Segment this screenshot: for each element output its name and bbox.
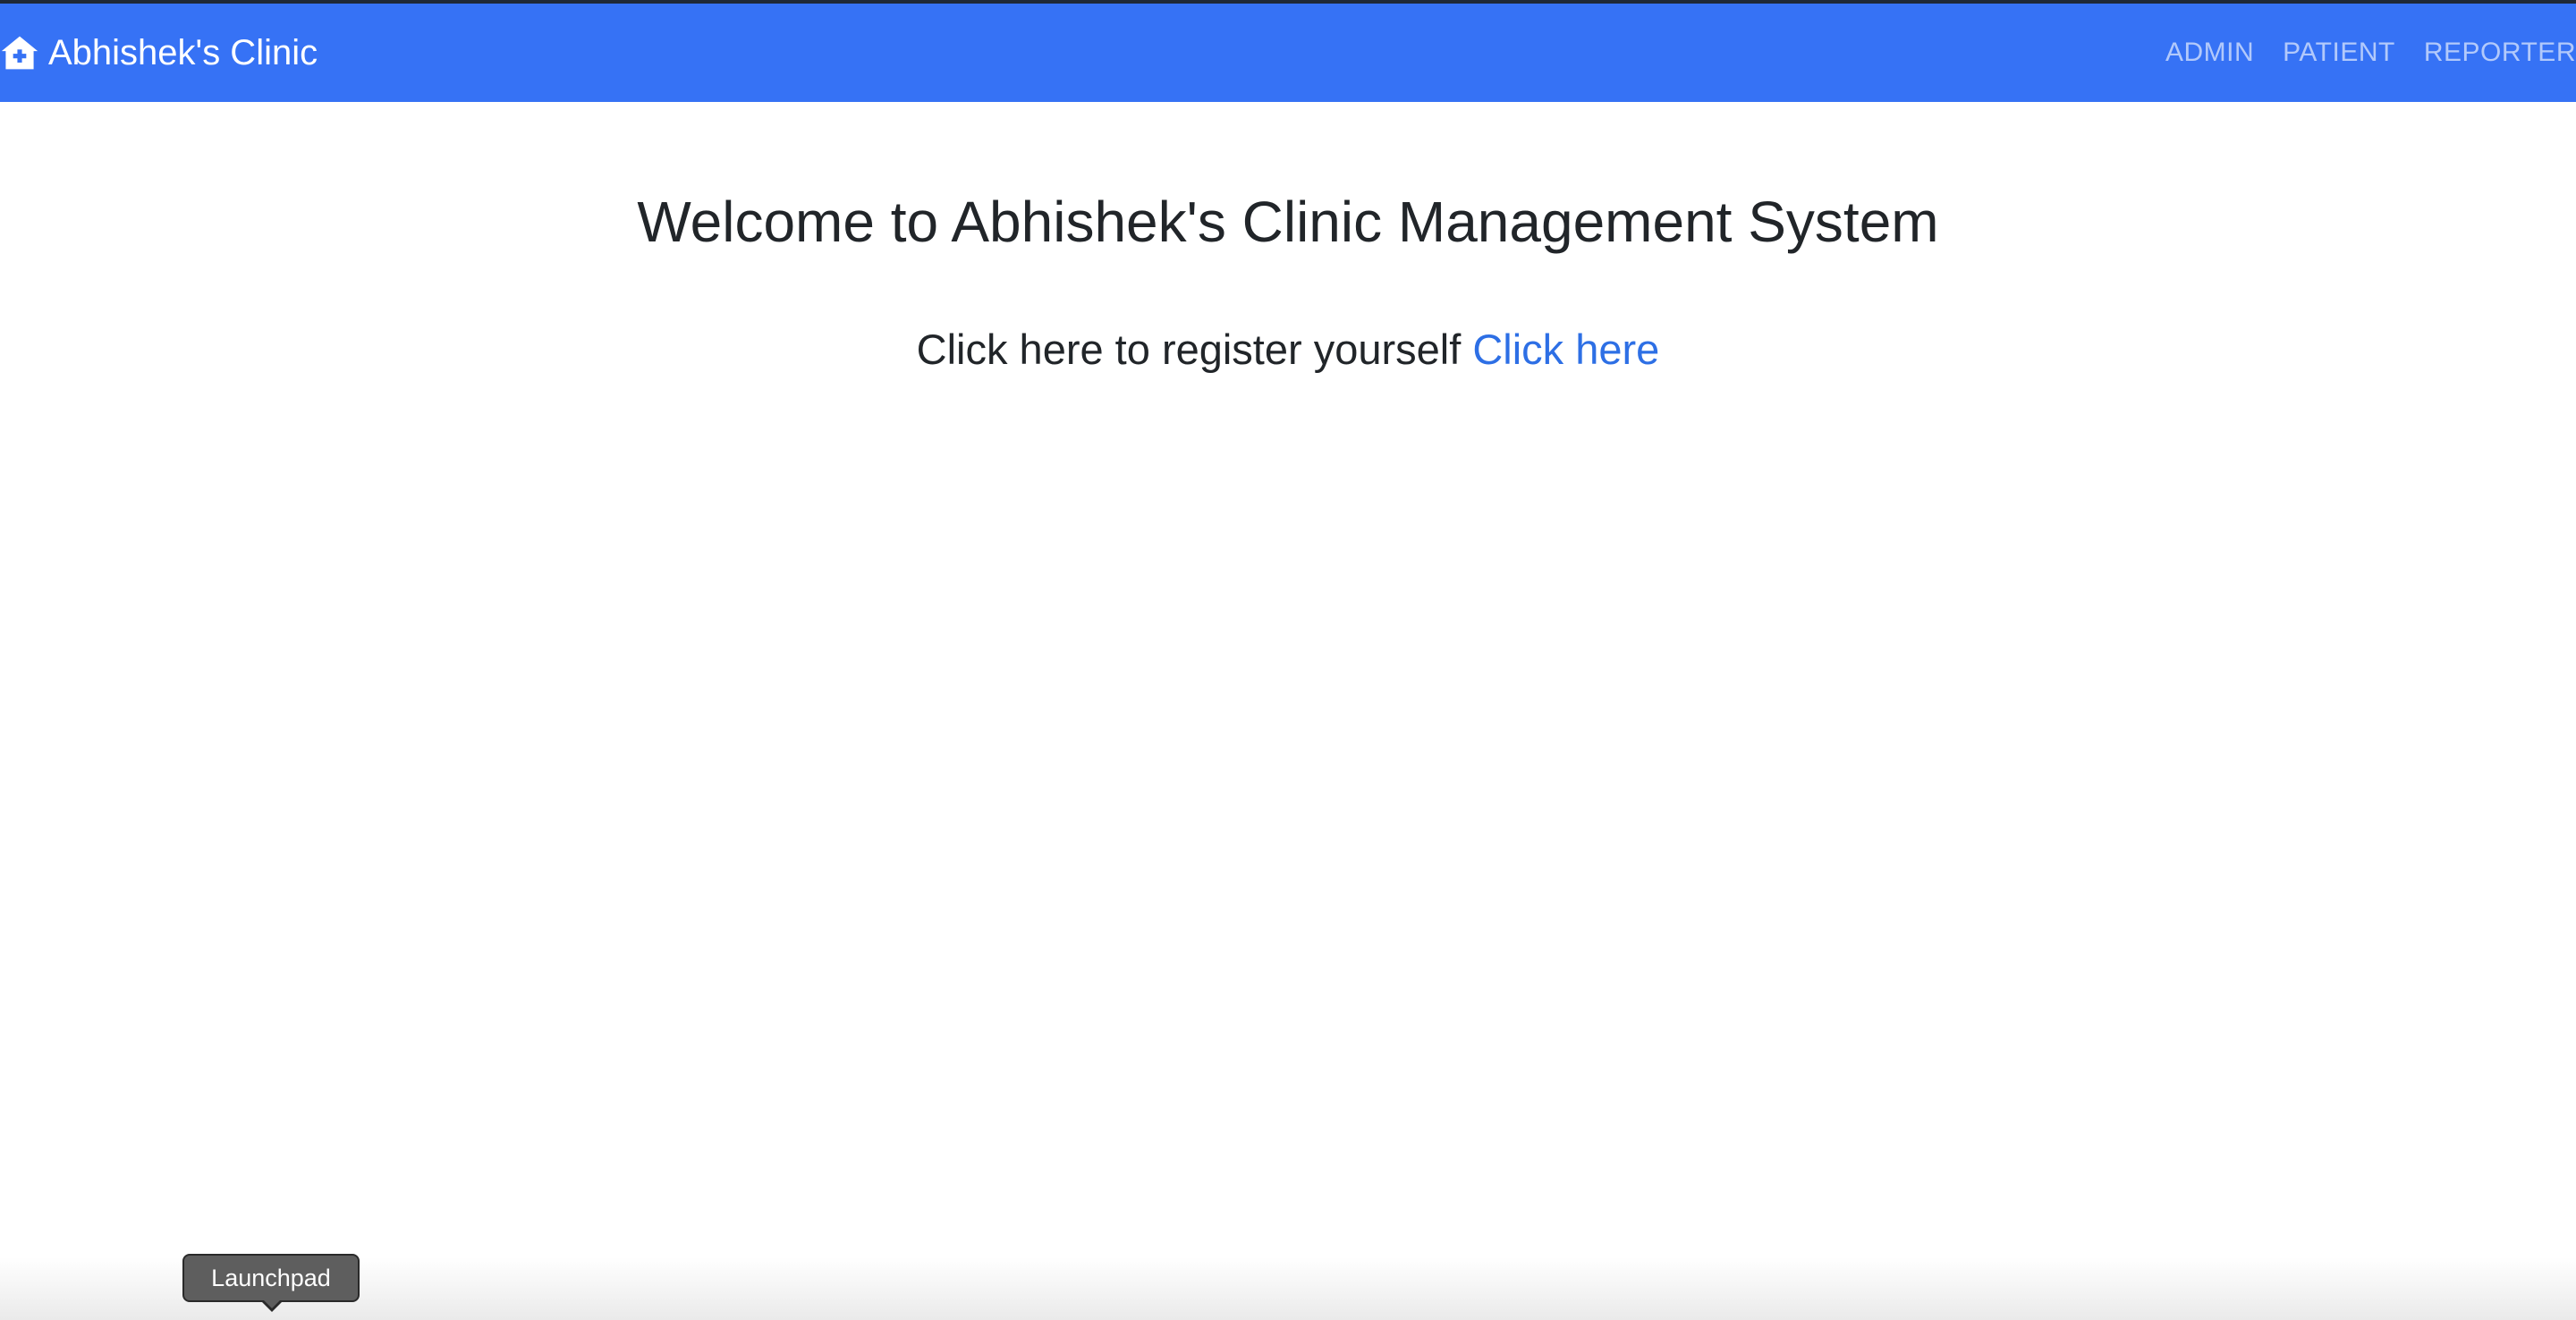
- register-link[interactable]: Click here: [1472, 326, 1659, 373]
- nav-links: ADMIN PATIENT REPORTER: [2137, 4, 2576, 102]
- nav-link-reporter[interactable]: REPORTER: [2424, 38, 2576, 68]
- page-title: Welcome to Abhishek's Clinic Management …: [637, 190, 1939, 254]
- brand-label: Abhishek's Clinic: [48, 32, 318, 72]
- dock-shadow: [0, 1257, 2576, 1320]
- tooltip-arrow-inner: [263, 1299, 281, 1308]
- nav-link-admin[interactable]: ADMIN: [2165, 38, 2254, 68]
- register-text: Click here to register yourself: [916, 325, 1462, 373]
- launchpad-tooltip: Launchpad: [182, 1254, 360, 1302]
- clinic-home-plus-icon: [1, 36, 38, 70]
- brand-link[interactable]: Abhishek's Clinic: [0, 4, 318, 102]
- navbar: Abhishek's Clinic ADMIN PATIENT REPORTER: [0, 4, 2576, 102]
- main-content: Welcome to Abhishek's Clinic Management …: [0, 102, 2576, 374]
- nav-link-patient[interactable]: PATIENT: [2283, 38, 2395, 68]
- register-line: Click here to register yourself Click he…: [0, 325, 2576, 374]
